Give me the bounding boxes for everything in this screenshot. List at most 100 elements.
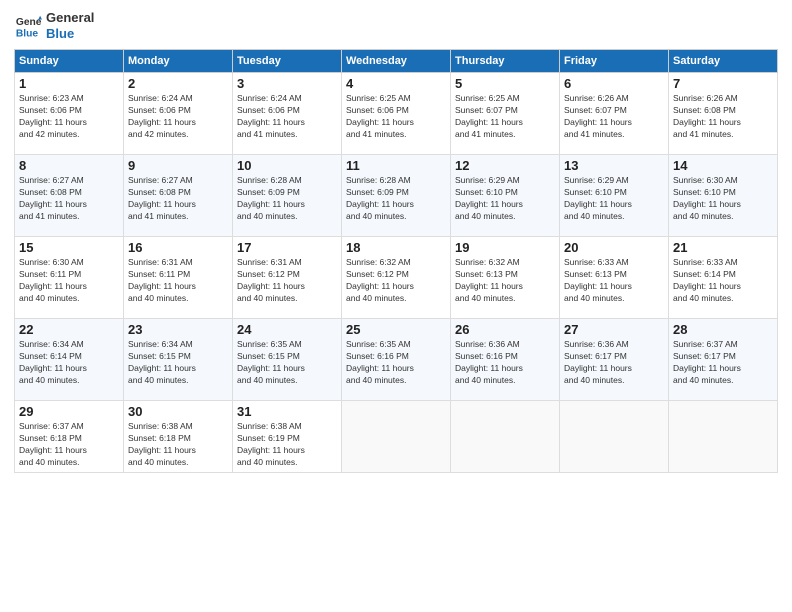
week-row-1: 1 Sunrise: 6:23 AM Sunset: 6:06 PM Daylig… — [15, 73, 778, 155]
calendar-header-row: SundayMondayTuesdayWednesdayThursdayFrid… — [15, 50, 778, 73]
day-number: 8 — [19, 158, 119, 173]
day-info: Sunrise: 6:33 AM Sunset: 6:13 PM Dayligh… — [564, 257, 664, 305]
day-number: 3 — [237, 76, 337, 91]
calendar-cell — [560, 401, 669, 473]
day-number: 2 — [128, 76, 228, 91]
logo-blue: Blue — [46, 26, 94, 42]
week-row-2: 8 Sunrise: 6:27 AM Sunset: 6:08 PM Daylig… — [15, 155, 778, 237]
day-number: 16 — [128, 240, 228, 255]
calendar-cell: 30 Sunrise: 6:38 AM Sunset: 6:18 PM Dayli… — [124, 401, 233, 473]
logo-icon: General Blue — [14, 12, 42, 40]
calendar-cell: 11Sunrise: 6:28 AM Sunset: 6:09 PM Dayli… — [342, 155, 451, 237]
day-info: Sunrise: 6:27 AM Sunset: 6:08 PM Dayligh… — [19, 175, 119, 223]
day-info: Sunrise: 6:35 AM Sunset: 6:15 PM Dayligh… — [237, 339, 337, 387]
day-number: 19 — [455, 240, 555, 255]
week-row-4: 22 Sunrise: 6:34 AM Sunset: 6:14 PM Dayli… — [15, 319, 778, 401]
day-number: 15 — [19, 240, 119, 255]
day-info: Sunrise: 6:38 AM Sunset: 6:19 PM Dayligh… — [237, 421, 337, 469]
day-info: Sunrise: 6:36 AM Sunset: 6:16 PM Dayligh… — [455, 339, 555, 387]
calendar-cell: 13 Sunrise: 6:29 AM Sunset: 6:10 PM Dayli… — [560, 155, 669, 237]
day-number: 14 — [673, 158, 773, 173]
calendar-cell: 31 Sunrise: 6:38 AM Sunset: 6:19 PM Dayli… — [233, 401, 342, 473]
day-info: Sunrise: 6:23 AM Sunset: 6:06 PM Dayligh… — [19, 93, 119, 141]
logo-general: General — [46, 10, 94, 26]
day-number: 25 — [346, 322, 446, 337]
day-number: 1 — [19, 76, 119, 91]
day-number: 30 — [128, 404, 228, 419]
day-info: Sunrise: 6:32 AM Sunset: 6:12 PM Dayligh… — [346, 257, 446, 305]
calendar-cell — [669, 401, 778, 473]
week-row-3: 15Sunrise: 6:30 AM Sunset: 6:11 PM Dayli… — [15, 237, 778, 319]
day-number: 7 — [673, 76, 773, 91]
day-number: 13 — [564, 158, 664, 173]
day-number: 28 — [673, 322, 773, 337]
day-number: 22 — [19, 322, 119, 337]
calendar-cell: 21 Sunrise: 6:33 AM Sunset: 6:14 PM Dayli… — [669, 237, 778, 319]
day-number: 18 — [346, 240, 446, 255]
day-number: 12 — [455, 158, 555, 173]
calendar-cell: 10 Sunrise: 6:28 AM Sunset: 6:09 PM Dayli… — [233, 155, 342, 237]
day-info: Sunrise: 6:33 AM Sunset: 6:14 PM Dayligh… — [673, 257, 773, 305]
svg-text:General: General — [16, 17, 42, 28]
calendar-cell — [342, 401, 451, 473]
col-header-sunday: Sunday — [15, 50, 124, 73]
day-number: 17 — [237, 240, 337, 255]
day-info: Sunrise: 6:31 AM Sunset: 6:11 PM Dayligh… — [128, 257, 228, 305]
day-info: Sunrise: 6:28 AM Sunset: 6:09 PM Dayligh… — [346, 175, 446, 223]
day-info: Sunrise: 6:26 AM Sunset: 6:08 PM Dayligh… — [673, 93, 773, 141]
day-info: Sunrise: 6:34 AM Sunset: 6:15 PM Dayligh… — [128, 339, 228, 387]
day-number: 26 — [455, 322, 555, 337]
day-number: 6 — [564, 76, 664, 91]
day-info: Sunrise: 6:29 AM Sunset: 6:10 PM Dayligh… — [564, 175, 664, 223]
calendar-cell: 14 Sunrise: 6:30 AM Sunset: 6:10 PM Dayli… — [669, 155, 778, 237]
day-number: 23 — [128, 322, 228, 337]
day-info: Sunrise: 6:35 AM Sunset: 6:16 PM Dayligh… — [346, 339, 446, 387]
day-number: 24 — [237, 322, 337, 337]
day-info: Sunrise: 6:31 AM Sunset: 6:12 PM Dayligh… — [237, 257, 337, 305]
calendar-cell: 5Sunrise: 6:25 AM Sunset: 6:07 PM Daylig… — [451, 73, 560, 155]
header: General Blue General Blue — [14, 10, 778, 41]
calendar-cell: 29 Sunrise: 6:37 AM Sunset: 6:18 PM Dayli… — [15, 401, 124, 473]
day-info: Sunrise: 6:37 AM Sunset: 6:17 PM Dayligh… — [673, 339, 773, 387]
calendar-cell: 6 Sunrise: 6:26 AM Sunset: 6:07 PM Daylig… — [560, 73, 669, 155]
calendar-cell: 19Sunrise: 6:32 AM Sunset: 6:13 PM Dayli… — [451, 237, 560, 319]
calendar-cell: 20 Sunrise: 6:33 AM Sunset: 6:13 PM Dayli… — [560, 237, 669, 319]
day-info: Sunrise: 6:24 AM Sunset: 6:06 PM Dayligh… — [128, 93, 228, 141]
day-info: Sunrise: 6:26 AM Sunset: 6:07 PM Dayligh… — [564, 93, 664, 141]
calendar-cell: 18 Sunrise: 6:32 AM Sunset: 6:12 PM Dayli… — [342, 237, 451, 319]
calendar-table: SundayMondayTuesdayWednesdayThursdayFrid… — [14, 49, 778, 473]
col-header-thursday: Thursday — [451, 50, 560, 73]
svg-text:Blue: Blue — [16, 28, 39, 39]
day-info: Sunrise: 6:24 AM Sunset: 6:06 PM Dayligh… — [237, 93, 337, 141]
calendar-cell: 22 Sunrise: 6:34 AM Sunset: 6:14 PM Dayli… — [15, 319, 124, 401]
calendar-cell: 15Sunrise: 6:30 AM Sunset: 6:11 PM Dayli… — [15, 237, 124, 319]
day-info: Sunrise: 6:28 AM Sunset: 6:09 PM Dayligh… — [237, 175, 337, 223]
day-number: 10 — [237, 158, 337, 173]
col-header-tuesday: Tuesday — [233, 50, 342, 73]
calendar-cell: 3 Sunrise: 6:24 AM Sunset: 6:06 PM Daylig… — [233, 73, 342, 155]
calendar-cell: 12Sunrise: 6:29 AM Sunset: 6:10 PM Dayli… — [451, 155, 560, 237]
day-number: 29 — [19, 404, 119, 419]
page-container: General Blue General Blue SundayMondayTu… — [0, 0, 792, 612]
calendar-cell: 28 Sunrise: 6:37 AM Sunset: 6:17 PM Dayli… — [669, 319, 778, 401]
day-number: 20 — [564, 240, 664, 255]
day-number: 27 — [564, 322, 664, 337]
day-info: Sunrise: 6:36 AM Sunset: 6:17 PM Dayligh… — [564, 339, 664, 387]
day-info: Sunrise: 6:34 AM Sunset: 6:14 PM Dayligh… — [19, 339, 119, 387]
day-info: Sunrise: 6:27 AM Sunset: 6:08 PM Dayligh… — [128, 175, 228, 223]
col-header-monday: Monday — [124, 50, 233, 73]
day-info: Sunrise: 6:30 AM Sunset: 6:10 PM Dayligh… — [673, 175, 773, 223]
calendar-cell: 27 Sunrise: 6:36 AM Sunset: 6:17 PM Dayli… — [560, 319, 669, 401]
day-info: Sunrise: 6:37 AM Sunset: 6:18 PM Dayligh… — [19, 421, 119, 469]
day-number: 5 — [455, 76, 555, 91]
calendar-cell — [451, 401, 560, 473]
col-header-saturday: Saturday — [669, 50, 778, 73]
calendar-cell: 24 Sunrise: 6:35 AM Sunset: 6:15 PM Dayli… — [233, 319, 342, 401]
day-info: Sunrise: 6:25 AM Sunset: 6:06 PM Dayligh… — [346, 93, 446, 141]
day-number: 21 — [673, 240, 773, 255]
week-row-5: 29 Sunrise: 6:37 AM Sunset: 6:18 PM Dayli… — [15, 401, 778, 473]
calendar-cell: 16 Sunrise: 6:31 AM Sunset: 6:11 PM Dayli… — [124, 237, 233, 319]
day-info: Sunrise: 6:38 AM Sunset: 6:18 PM Dayligh… — [128, 421, 228, 469]
logo: General Blue General Blue — [14, 10, 94, 41]
day-number: 31 — [237, 404, 337, 419]
